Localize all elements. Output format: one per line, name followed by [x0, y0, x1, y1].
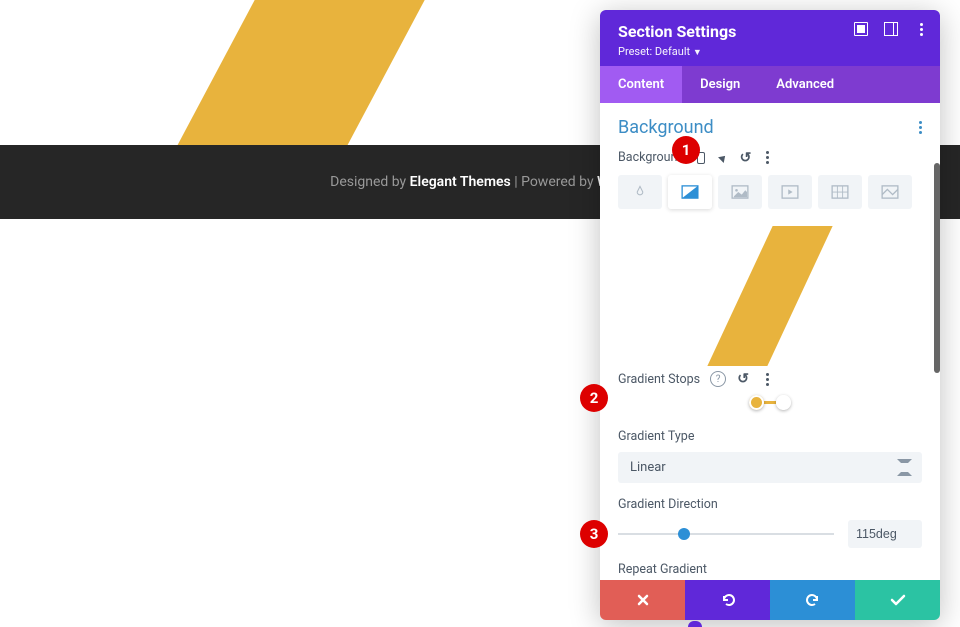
footer-powered-by: | Powered by	[511, 174, 597, 190]
hover-icon[interactable]	[716, 151, 730, 165]
footer-theme-link[interactable]: Elegant Themes	[410, 174, 511, 190]
gradient-stop-2[interactable]	[776, 395, 791, 410]
panel-body: Background Background ↺ Gradient Stops	[600, 103, 940, 580]
panel-tabs: Content Design Advanced	[600, 66, 940, 103]
background-field-label-row: Background ↺	[618, 150, 922, 165]
bg-tab-gradient[interactable]	[668, 175, 712, 209]
annotation-3: 3	[580, 520, 608, 548]
section-background-title[interactable]: Background	[618, 117, 922, 138]
tab-advanced[interactable]: Advanced	[758, 66, 852, 103]
bg-tab-image[interactable]	[718, 175, 762, 209]
save-button[interactable]	[855, 580, 940, 620]
page-gradient-shape	[167, 0, 523, 165]
settings-panel: Section Settings Preset: Default ▼ Conte…	[600, 10, 940, 620]
reset-stops-icon[interactable]: ↺	[736, 372, 750, 386]
section-menu-icon[interactable]	[919, 121, 922, 134]
expand-icon[interactable]	[854, 22, 868, 36]
footer-designed-by: Designed by	[330, 174, 410, 190]
gradient-stops-slider[interactable]	[749, 395, 791, 411]
gradient-preview-shape	[707, 226, 832, 366]
bg-tab-video[interactable]	[768, 175, 812, 209]
gradient-direction-label: Gradient Direction	[618, 497, 922, 512]
background-type-tabs	[618, 175, 922, 209]
undo-button[interactable]	[685, 580, 770, 620]
bg-tab-color[interactable]	[618, 175, 662, 209]
cancel-button[interactable]	[600, 580, 685, 620]
gradient-stop-1[interactable]	[749, 395, 764, 410]
repeat-gradient-label: Repeat Gradient	[618, 562, 922, 577]
annotation-2: 2	[580, 384, 608, 412]
snap-icon[interactable]	[884, 22, 898, 36]
gradient-direction-slider[interactable]	[618, 526, 834, 542]
reset-icon[interactable]: ↺	[738, 151, 752, 165]
scrollbar-thumb[interactable]	[934, 163, 940, 373]
tab-content[interactable]: Content	[600, 66, 682, 103]
gradient-type-field: Gradient Type Linear	[618, 429, 922, 483]
help-icon[interactable]: ?	[710, 371, 726, 387]
gradient-direction-input[interactable]	[848, 520, 922, 548]
redo-button[interactable]	[770, 580, 855, 620]
gradient-preview	[618, 221, 922, 371]
slider-thumb[interactable]	[678, 528, 690, 540]
bg-tab-mask[interactable]	[868, 175, 912, 209]
panel-menu-icon[interactable]	[914, 22, 928, 36]
bg-tab-pattern[interactable]	[818, 175, 862, 209]
gradient-stops-label: Gradient Stops	[618, 372, 700, 387]
gradient-direction-field: Gradient Direction	[618, 497, 922, 548]
gradient-stops-label-row: Gradient Stops ? ↺	[618, 371, 922, 387]
gradient-type-select[interactable]: Linear	[618, 452, 922, 483]
preset-dropdown[interactable]: Preset: Default ▼	[618, 45, 922, 58]
gradient-type-label: Gradient Type	[618, 429, 922, 444]
panel-footer	[600, 580, 940, 620]
annotation-1: 1	[672, 136, 700, 164]
field-menu-icon[interactable]	[760, 151, 774, 165]
tab-design[interactable]: Design	[682, 66, 758, 103]
stops-menu-icon[interactable]	[760, 372, 774, 386]
bottom-indicator	[688, 621, 702, 627]
repeat-gradient-field: Repeat Gradient	[618, 562, 922, 577]
panel-header: Section Settings Preset: Default ▼	[600, 10, 940, 66]
